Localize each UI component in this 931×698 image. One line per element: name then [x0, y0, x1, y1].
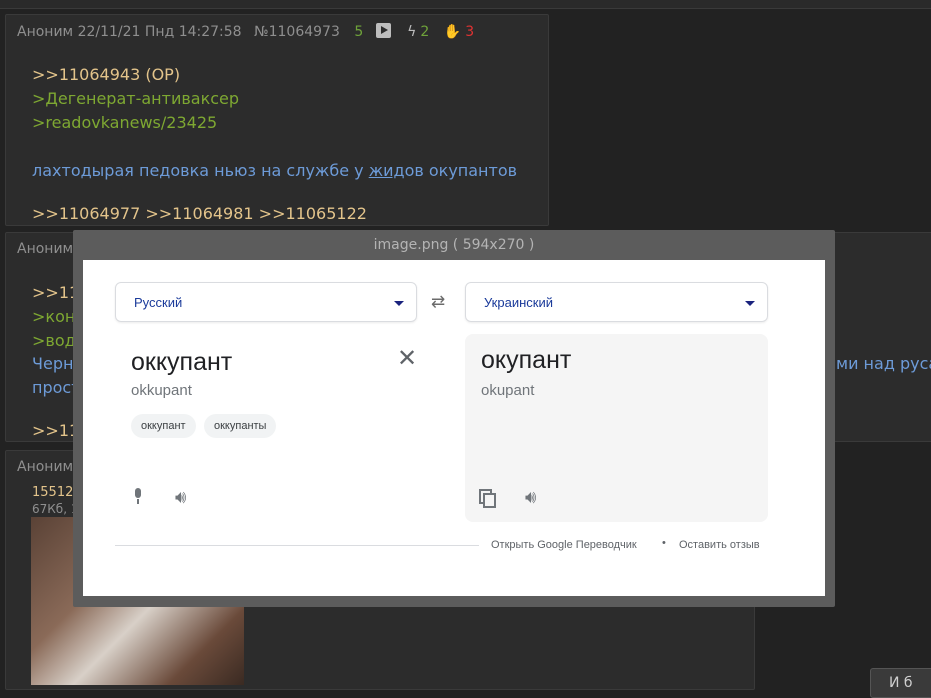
- clear-text-icon[interactable]: ✕: [397, 344, 417, 373]
- swap-languages-icon[interactable]: ⇄: [431, 292, 445, 312]
- speaker-icon[interactable]: 🔊︎: [525, 487, 536, 508]
- underlined-word: жид: [368, 161, 405, 180]
- open-translator-link[interactable]: Открыть Google Переводчик: [491, 539, 637, 551]
- like-count: 5: [354, 24, 364, 40]
- play-icon[interactable]: [375, 23, 391, 38]
- microphone-icon[interactable]: [133, 488, 143, 505]
- suggestion-chip[interactable]: оккупант: [131, 414, 196, 438]
- post-message: лахтодырая педовка ньюз на службе у жидо…: [32, 161, 517, 180]
- translator-screenshot: Русский ⇄ Украинский оккупант okkupant ✕…: [83, 260, 825, 596]
- positive-count: 2: [420, 24, 430, 40]
- quote-line: >кон: [32, 307, 76, 326]
- target-language-label: Украинский: [484, 295, 553, 310]
- bottom-button[interactable]: И б: [870, 668, 931, 698]
- chevron-down-icon: [394, 301, 404, 306]
- source-language-label: Русский: [134, 295, 183, 310]
- target-language-select[interactable]: Украинский: [465, 282, 768, 322]
- quote-line: >readovkanews/23425: [32, 113, 218, 132]
- post-author[interactable]: Аноним: [17, 459, 73, 475]
- copy-icon[interactable]: [479, 489, 497, 509]
- post-header: Аноним 22/11/21 Пнд 14:27:58 №11064973 5…: [17, 23, 474, 40]
- footer-separator: •: [662, 537, 666, 549]
- chevron-down-icon: [745, 301, 755, 306]
- source-transliteration: okkupant: [131, 382, 192, 399]
- post-number[interactable]: №11064973: [254, 24, 340, 40]
- negative-count: 3: [465, 24, 475, 40]
- image-viewer-modal: image.png ( 594x270 ) Русский ⇄ Украинск…: [73, 230, 835, 607]
- post-datetime: 22/11/21 Пнд 14:27:58: [77, 24, 242, 40]
- quote-line: >вод: [32, 331, 76, 350]
- thumbs-down-icon[interactable]: ✋: [444, 24, 461, 40]
- lightning-icon[interactable]: ϟ: [407, 24, 416, 40]
- message-text: лахтодырая педовка ньюз на службе у: [32, 161, 369, 180]
- post-message: ми над руса: [836, 354, 931, 373]
- translated-text: окупант: [481, 346, 572, 374]
- top-strip: [0, 0, 931, 9]
- post-message: Черн: [32, 354, 74, 373]
- post-1: Аноним 22/11/21 Пнд 14:27:58 №11064973 5…: [5, 14, 549, 226]
- quote-line: >Дегенерат-антиваксер: [32, 89, 240, 108]
- post-author[interactable]: Аноним: [17, 241, 73, 257]
- feedback-link[interactable]: Оставить отзыв: [679, 539, 760, 551]
- translation-panel: окупант okupant 🔊︎: [465, 334, 768, 522]
- message-text: ов окупантов: [404, 161, 518, 180]
- speaker-icon[interactable]: 🔊︎: [175, 487, 186, 508]
- file-meta: 67Кб, 1: [32, 502, 79, 516]
- modal-title: image.png ( 594x270 ): [373, 237, 535, 253]
- footer-divider: [115, 545, 479, 546]
- reply-link[interactable]: >>11064943 (OP): [32, 65, 180, 84]
- suggestion-chip[interactable]: оккупанты: [204, 414, 277, 438]
- reply-links[interactable]: >>11064977 >>11064981 >>11065122: [32, 204, 367, 223]
- source-text[interactable]: оккупант: [131, 348, 232, 377]
- source-language-select[interactable]: Русский: [115, 282, 417, 322]
- post-author[interactable]: Аноним: [17, 24, 73, 40]
- translated-transliteration: okupant: [481, 382, 535, 399]
